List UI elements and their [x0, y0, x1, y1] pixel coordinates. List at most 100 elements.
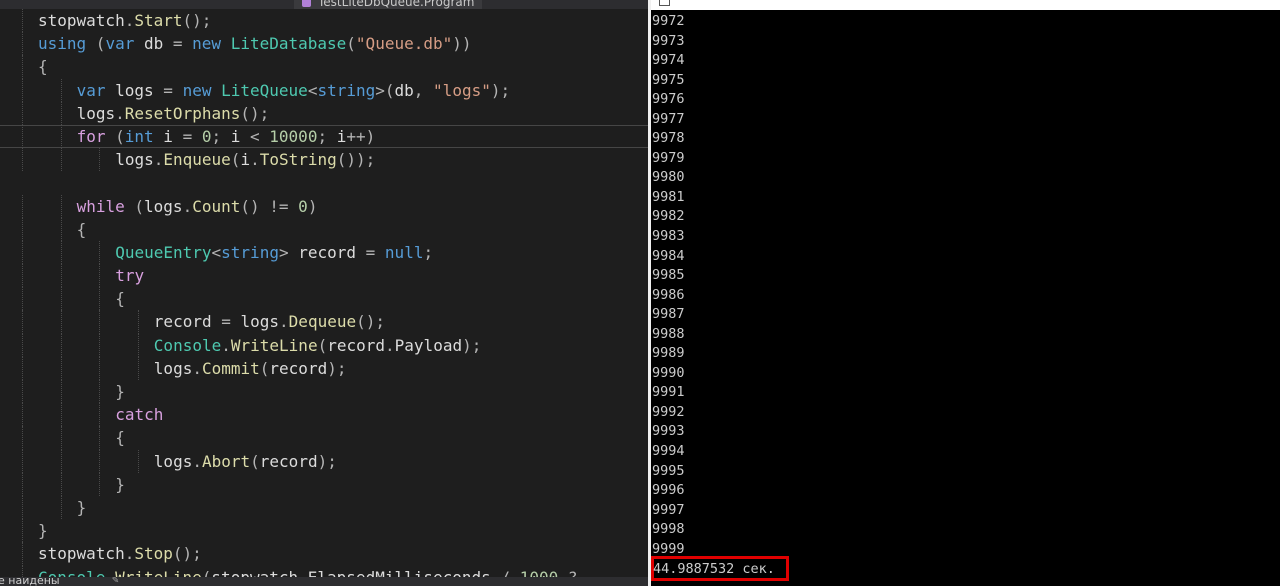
code-token: Console	[153, 335, 222, 355]
indent-guide	[22, 356, 23, 380]
code-token: try	[115, 266, 145, 286]
code-line[interactable]: }	[0, 519, 648, 543]
code-token: =	[365, 242, 385, 262]
code-line[interactable]: using (var db = new LiteDatabase("Queue.…	[0, 32, 648, 56]
code-token: logs	[144, 196, 183, 216]
code-token: );	[327, 358, 347, 378]
brush-icon[interactable]: ✎	[112, 577, 119, 586]
indent-guide	[22, 310, 23, 334]
code-text: catch	[115, 403, 163, 426]
console-output: 9972 9973 9974 9975 9976 9977 9978 9979 9980 9981…	[651, 12, 685, 559]
code-token: var	[76, 80, 106, 100]
code-token: .	[153, 150, 164, 170]
code-token: Start	[134, 11, 183, 30]
indent-guide	[99, 240, 101, 265]
indent-guide	[99, 472, 101, 496]
code-token: .	[221, 335, 231, 355]
console-line: 9980	[652, 169, 685, 186]
indent-guide	[60, 101, 62, 125]
code-token: .	[279, 312, 289, 332]
indent-guide	[22, 287, 23, 311]
code-text: Console.WriteLine(record.Payload);	[154, 334, 482, 357]
code-line[interactable]: stopwatch.Stop();	[0, 542, 648, 566]
code-token: 0	[298, 196, 308, 216]
code-token: ();	[356, 312, 386, 332]
code-token: Abort	[201, 451, 251, 471]
indent-guide	[22, 472, 23, 496]
indent-guide	[137, 310, 139, 334]
console-line: 9990	[652, 364, 685, 381]
issues-status-text[interactable]: е найдены	[0, 577, 60, 586]
code-line[interactable]: record = logs.Dequeue();	[0, 310, 648, 334]
code-token: {	[115, 428, 125, 448]
code-line[interactable]: }	[0, 495, 648, 520]
code-line[interactable]: logs.ResetOrphans();	[0, 101, 648, 125]
indent-guide	[22, 380, 23, 404]
console-line: 9989	[652, 345, 685, 362]
code-line[interactable]: for (int i = 0; i < 10000; i++)	[0, 124, 648, 149]
indent-guide	[99, 148, 101, 172]
code-token: string	[317, 80, 376, 100]
code-line[interactable]: try	[0, 264, 648, 288]
console-line: 9984	[652, 247, 685, 264]
indent-guide	[60, 217, 62, 241]
code-token: for	[76, 126, 106, 146]
code-line[interactable]: Console.WriteLine(record.Payload);	[0, 333, 648, 357]
indent-guide	[60, 287, 62, 311]
code-line[interactable]: stopwatch.Start();	[0, 9, 648, 33]
code-token: >(	[375, 80, 395, 100]
code-line[interactable]	[0, 171, 648, 194]
indent-guide	[60, 310, 62, 334]
code-token: 10000	[269, 126, 318, 146]
indent-guide	[60, 78, 62, 102]
indent-guide	[22, 101, 23, 125]
console-line: 9993	[652, 423, 685, 440]
code-token: (	[124, 196, 145, 216]
member-navigation-dropdown[interactable]: TestLiteDbQueue.Program	[294, 0, 483, 9]
code-token: <	[307, 80, 318, 100]
code-token: ResetOrphans	[124, 103, 241, 123]
code-text: logs.Enqueue(i.ToString());	[115, 148, 375, 171]
code-line[interactable]: {	[0, 287, 648, 311]
code-line[interactable]: {	[0, 217, 648, 241]
code-text: }	[115, 380, 125, 403]
code-line[interactable]: while (logs.Count() != 0)	[0, 194, 648, 218]
console-line: 9985	[652, 267, 685, 284]
code-lines[interactable]: stopwatch.Start(); using (var db = new Li…	[0, 9, 648, 586]
code-token: var	[105, 34, 135, 54]
console-window[interactable]: 9972 9973 9974 9975 9976 9977 9978 9979 9980 9981…	[651, 0, 1280, 586]
code-editor-pane[interactable]: TestLiteDbQueue.Program stopwatch.Start(…	[0, 0, 648, 586]
console-line: 9974	[652, 52, 685, 69]
code-line[interactable]: QueueEntry<string> record = null;	[0, 240, 648, 265]
code-text: }	[77, 496, 87, 519]
code-line[interactable]: }	[0, 472, 648, 496]
code-line[interactable]: {	[0, 55, 648, 79]
code-text: {	[77, 218, 87, 241]
code-line[interactable]: var logs = new LiteQueue<string>(db, "lo…	[0, 78, 648, 102]
code-token: ;	[317, 126, 337, 146]
indent-guide	[22, 519, 23, 543]
code-token: null	[384, 242, 424, 262]
code-token: {	[76, 219, 87, 239]
indent-guide	[22, 124, 23, 149]
console-line: 9996	[652, 482, 685, 499]
indent-guide	[22, 542, 23, 566]
console-line: 9978	[652, 130, 685, 147]
console-line: 9995	[652, 462, 685, 479]
code-text: {	[115, 287, 125, 310]
indent-guide	[22, 32, 23, 56]
code-line[interactable]: }	[0, 380, 648, 404]
indent-guide	[22, 403, 23, 427]
indent-guide	[22, 194, 23, 218]
console-line: 9977	[652, 110, 685, 127]
code-line[interactable]: {	[0, 426, 648, 450]
indent-guide	[22, 9, 23, 33]
code-token: }	[38, 521, 48, 541]
console-title-bar[interactable]	[651, 0, 1280, 10]
code-line[interactable]: logs.Commit(record);	[0, 356, 648, 380]
code-line[interactable]: logs.Enqueue(i.ToString());	[0, 148, 648, 172]
code-line[interactable]: logs.Abort(record);	[0, 449, 648, 473]
code-line[interactable]: catch	[0, 403, 648, 427]
code-token: "logs"	[433, 80, 491, 100]
console-window-icon	[659, 0, 670, 6]
